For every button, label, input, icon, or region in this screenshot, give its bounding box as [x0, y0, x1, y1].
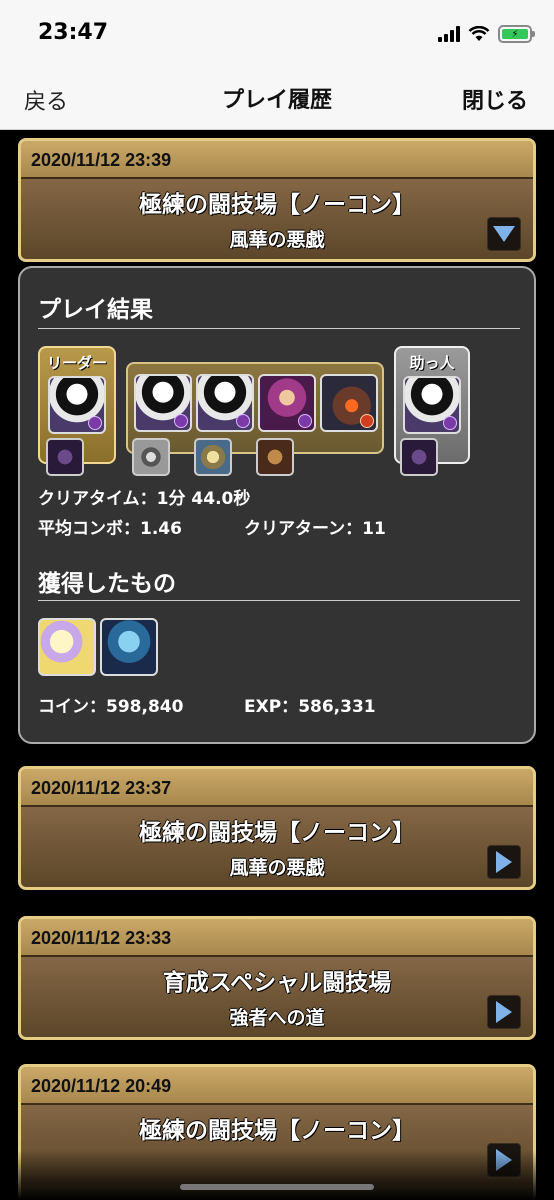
record-dungeon: 風華の悪戯	[229, 229, 325, 251]
record-body: 極練の闘技場【ノーコン】 風華の悪戯	[21, 807, 533, 887]
status-icons: ⚡	[438, 22, 535, 46]
record-card[interactable]: 2020/11/12 23:37 極練の闘技場【ノーコン】 風華の悪戯	[18, 766, 536, 890]
sub-assist-2-icon[interactable]	[194, 438, 232, 476]
signal-icon	[438, 26, 460, 42]
status-time: 23:47	[38, 20, 109, 45]
sub-assist-3-icon[interactable]	[256, 438, 294, 476]
avg-combo-value: 1.46	[140, 519, 182, 539]
close-button[interactable]: 閉じる	[462, 83, 528, 115]
bottom-fade	[0, 1150, 554, 1200]
triangle-right-icon	[496, 1001, 512, 1023]
avg-combo: 平均コンボ：1.46	[38, 514, 182, 539]
triangle-right-icon	[496, 851, 512, 873]
helper-monster-icon[interactable]	[403, 376, 461, 434]
record-dungeon: 風華の悪戯	[229, 857, 325, 879]
clear-turn: クリアターン：11	[244, 514, 386, 539]
play-result-panel: プレイ結果 リーダー 助っ人 クリアタイム：1分 44.0秒 平均コンボ：1.4…	[18, 266, 536, 744]
record-quest: 極練の闘技場【ノーコン】	[139, 1118, 415, 1144]
exp-value: 586,331	[298, 697, 376, 717]
drop-item-2-icon[interactable]	[100, 618, 158, 676]
record-body: 育成スペシャル闘技場 強者への道	[21, 957, 533, 1037]
record-date: 2020/11/12 20:49	[21, 1067, 533, 1105]
clear-time: クリアタイム：1分 44.0秒	[38, 484, 250, 509]
avg-combo-label: 平均コンボ：	[38, 519, 140, 539]
sub-monster-1-icon[interactable]	[134, 374, 192, 432]
clear-turn-label: クリアターン：	[244, 519, 363, 539]
helper-label: 助っ人	[409, 354, 455, 372]
top-bar: 23:47 ⚡ 戻る プレイ履歴 閉じる	[0, 0, 554, 130]
record-body: 極練の闘技場【ノーコン】 風華の悪戯	[21, 179, 533, 259]
clear-turn-value: 11	[362, 519, 386, 539]
divider	[38, 600, 520, 601]
leader-assist-icon[interactable]	[46, 438, 84, 476]
helper-assist-icon[interactable]	[400, 438, 438, 476]
leader-label: リーダー	[46, 354, 107, 372]
record-quest: 極練の闘技場【ノーコン】	[139, 820, 415, 846]
record-date: 2020/11/12 23:37	[21, 769, 533, 807]
record-date: 2020/11/12 23:33	[21, 919, 533, 957]
drop-item-1-icon[interactable]	[38, 618, 96, 676]
clear-time-value: 1分 44.0秒	[156, 489, 251, 509]
result-title: プレイ結果	[38, 297, 153, 323]
exp-label: EXP：	[244, 697, 299, 717]
coin: コイン：598,840	[38, 692, 183, 717]
sub-assist-1-icon[interactable]	[132, 438, 170, 476]
coin-label: コイン：	[38, 697, 106, 717]
record-quest: 育成スペシャル闘技場	[162, 970, 392, 996]
record-dungeon: 強者への道	[229, 1007, 325, 1029]
wifi-icon	[468, 26, 490, 41]
sub-monster-2-icon[interactable]	[196, 374, 254, 432]
record-date: 2020/11/12 23:39	[21, 141, 533, 179]
exp: EXP：586,331	[244, 692, 376, 717]
leader-monster-icon[interactable]	[48, 376, 106, 434]
coin-value: 598,840	[106, 697, 184, 717]
sub-monster-3-icon[interactable]	[258, 374, 316, 432]
collapse-toggle-button[interactable]	[487, 217, 521, 251]
record-card[interactable]: 2020/11/12 23:39 極練の闘技場【ノーコン】 風華の悪戯	[18, 138, 536, 262]
battery-icon: ⚡	[498, 25, 535, 43]
home-indicator[interactable]	[180, 1184, 374, 1190]
team-display: リーダー 助っ人	[38, 346, 518, 476]
sub-monster-4-icon[interactable]	[320, 374, 378, 432]
divider	[38, 328, 520, 329]
triangle-down-icon	[493, 226, 515, 242]
expand-toggle-button[interactable]	[487, 995, 521, 1029]
clear-time-label: クリアタイム：	[38, 489, 157, 509]
obtained-title: 獲得したもの	[38, 571, 176, 597]
expand-toggle-button[interactable]	[487, 845, 521, 879]
record-quest: 極練の闘技場【ノーコン】	[139, 192, 415, 218]
record-card[interactable]: 2020/11/12 23:33 育成スペシャル闘技場 強者への道	[18, 916, 536, 1040]
